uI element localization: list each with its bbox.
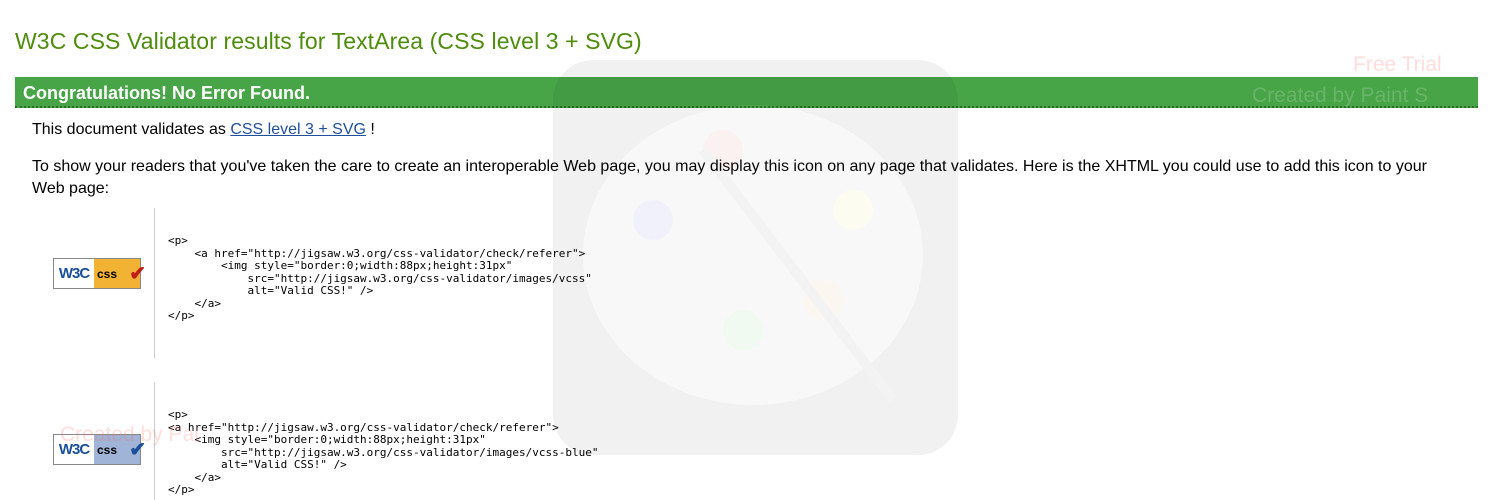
- badge-explanation: To show your readers that you've taken t…: [32, 158, 1427, 197]
- css-label: css ✔: [94, 259, 146, 288]
- page-title: W3C CSS Validator results for TextArea (…: [15, 28, 642, 54]
- css-profile-link[interactable]: CSS level 3 + SVG: [230, 121, 366, 138]
- code-divider: [154, 208, 155, 358]
- paint-palette-watermark-icon: [553, 60, 958, 455]
- valid-css-badge-gold: W3C css ✔: [53, 258, 146, 289]
- summary-prefix: This document validates as: [32, 121, 231, 138]
- summary-suffix: !: [365, 121, 375, 138]
- validation-summary: This document validates as CSS level 3 +…: [32, 119, 375, 141]
- badge-code-snippet: <p> <a href="http://jigsaw.w3.org/css-va…: [168, 408, 599, 496]
- success-message: Congratulations! No Error Found.: [23, 83, 310, 103]
- watermark-text: Created by Pai: [60, 423, 199, 446]
- watermark-text: Free Trial: [1353, 53, 1442, 76]
- checkmark-icon: ✔: [129, 263, 146, 285]
- badge-cell-gold: W3C css ✔: [48, 258, 148, 289]
- watermark-text: Created by Paint S: [1252, 84, 1429, 107]
- badge-code-snippet: <p> <a href="http://jigsaw.w3.org/css-va…: [168, 234, 592, 322]
- w3c-logo: W3C: [58, 265, 90, 282]
